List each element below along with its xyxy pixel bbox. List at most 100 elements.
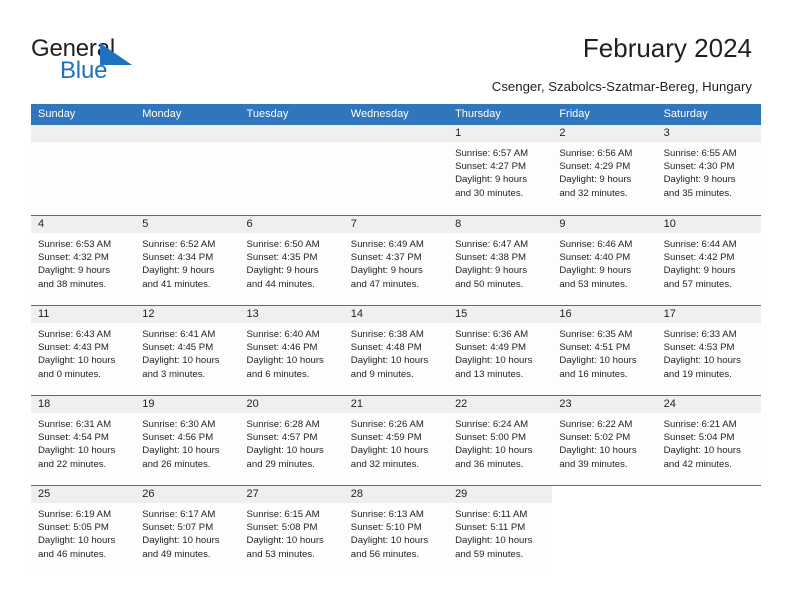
day-detail-line: and 46 minutes. xyxy=(38,548,107,560)
day-number: 11 xyxy=(31,306,136,323)
day-detail-line: and 53 minutes. xyxy=(559,278,628,290)
day-details xyxy=(657,503,761,508)
day-detail-line: and 0 minutes. xyxy=(38,368,101,380)
day-detail-line: Daylight: 10 hours xyxy=(559,445,637,457)
calendar-day-cell[interactable]: 21 Sunrise: 6:26 AM Sunset: 4:59 PM Dayligh… xyxy=(343,396,449,485)
day-detail-line: Sunset: 4:35 PM xyxy=(246,252,318,264)
day-detail-line: Sunrise: 6:30 AM xyxy=(142,419,216,430)
day-number: 29 xyxy=(448,486,553,503)
day-details: Sunrise: 6:13 AM Sunset: 5:10 PM Daylight:… xyxy=(344,503,448,561)
day-detail-line: Sunrise: 6:38 AM xyxy=(350,329,424,340)
calendar-day-cell[interactable]: 18 Sunrise: 6:31 AM Sunset: 4:54 PM Dayligh… xyxy=(31,396,136,485)
calendar-day-cell[interactable]: 2 Sunrise: 6:56 AM Sunset: 4:29 PM Daylight… xyxy=(552,125,657,215)
day-detail-line: and 26 minutes. xyxy=(142,458,211,470)
calendar-day-cell[interactable]: 3 Sunrise: 6:55 AM Sunset: 4:30 PM Daylight… xyxy=(656,125,761,215)
day-detail-line: Daylight: 9 hours xyxy=(559,265,632,277)
day-detail-line: and 47 minutes. xyxy=(350,278,420,290)
calendar-day-cell[interactable]: 17 Sunrise: 6:33 AM Sunset: 4:53 PM Dayligh… xyxy=(656,306,761,395)
day-detail-line: Daylight: 10 hours xyxy=(246,355,324,367)
day-detail-line: Sunset: 4:40 PM xyxy=(559,252,631,264)
day-number: 7 xyxy=(343,216,449,233)
calendar-day-cell[interactable]: 22 Sunrise: 6:24 AM Sunset: 5:00 PM Dayligh… xyxy=(448,396,553,485)
day-detail-line: Daylight: 10 hours xyxy=(663,445,741,457)
day-details: Sunrise: 6:30 AM Sunset: 4:56 PM Daylight:… xyxy=(135,413,239,471)
day-detail-line: Daylight: 10 hours xyxy=(142,535,220,547)
calendar-day-cell[interactable]: 14 Sunrise: 6:38 AM Sunset: 4:48 PM Dayligh… xyxy=(343,306,449,395)
day-detail-line: Sunrise: 6:55 AM xyxy=(663,148,737,159)
day-detail-line: Sunrise: 6:47 AM xyxy=(455,239,529,250)
day-details: Sunrise: 6:46 AM Sunset: 4:40 PM Daylight:… xyxy=(552,233,656,291)
calendar-day-cell[interactable]: 9 Sunrise: 6:46 AM Sunset: 4:40 PM Daylight… xyxy=(552,216,657,305)
calendar-week-row: 25 Sunrise: 6:19 AM Sunset: 5:05 PM Dayligh… xyxy=(31,485,761,575)
day-detail-line: Sunset: 5:00 PM xyxy=(455,432,526,444)
day-detail-line: Daylight: 10 hours xyxy=(350,535,429,547)
day-detail-line: Sunset: 4:46 PM xyxy=(246,342,318,354)
day-detail-line: Daylight: 9 hours xyxy=(663,174,736,186)
calendar-day-cell[interactable]: 5 Sunrise: 6:52 AM Sunset: 4:34 PM Daylight… xyxy=(135,216,240,305)
calendar-day-cell[interactable]: 20 Sunrise: 6:28 AM Sunset: 4:57 PM Dayligh… xyxy=(239,396,344,485)
calendar-week-row: 1 Sunrise: 6:57 AM Sunset: 4:27 PM Daylight… xyxy=(31,125,761,215)
day-detail-line: Daylight: 10 hours xyxy=(142,355,220,367)
day-details: Sunrise: 6:56 AM Sunset: 4:29 PM Daylight:… xyxy=(552,142,656,200)
day-detail-line: and 19 minutes. xyxy=(663,368,732,380)
day-details: Sunrise: 6:38 AM Sunset: 4:48 PM Daylight:… xyxy=(344,323,448,381)
calendar-day-cell[interactable]: 13 Sunrise: 6:40 AM Sunset: 4:46 PM Dayligh… xyxy=(239,306,344,395)
day-number xyxy=(552,486,656,503)
calendar-day-cell[interactable]: 29 Sunrise: 6:11 AM Sunset: 5:11 PM Dayligh… xyxy=(448,486,553,575)
day-detail-line: Sunrise: 6:33 AM xyxy=(663,329,737,340)
calendar-day-cell[interactable]: 7 Sunrise: 6:49 AM Sunset: 4:37 PM Daylight… xyxy=(343,216,449,305)
day-detail-line: and 44 minutes. xyxy=(246,278,315,290)
general-blue-logo[interactable]: General Blue xyxy=(31,36,211,88)
day-number: 14 xyxy=(343,306,449,323)
day-detail-line: Sunset: 5:02 PM xyxy=(559,432,631,444)
calendar-day-cell[interactable]: 28 Sunrise: 6:13 AM Sunset: 5:10 PM Dayligh… xyxy=(343,486,449,575)
day-details xyxy=(135,142,239,147)
day-detail-line: and 22 minutes. xyxy=(38,458,107,470)
calendar-day-cell[interactable]: 10 Sunrise: 6:44 AM Sunset: 4:42 PM Dayligh… xyxy=(656,216,761,305)
day-detail-line: Daylight: 10 hours xyxy=(663,355,741,367)
day-details: Sunrise: 6:52 AM Sunset: 4:34 PM Daylight:… xyxy=(135,233,239,291)
calendar-day-cell[interactable]: 12 Sunrise: 6:41 AM Sunset: 4:45 PM Dayligh… xyxy=(135,306,240,395)
calendar-day-cell[interactable]: 24 Sunrise: 6:21 AM Sunset: 5:04 PM Dayligh… xyxy=(656,396,761,485)
day-detail-line: Sunset: 4:56 PM xyxy=(142,432,214,444)
day-number: 8 xyxy=(448,216,553,233)
weekday-header-wednesday: Wednesday xyxy=(350,108,409,120)
calendar-day-cell[interactable]: 15 Sunrise: 6:36 AM Sunset: 4:49 PM Dayligh… xyxy=(448,306,553,395)
calendar-day-cell[interactable]: 8 Sunrise: 6:47 AM Sunset: 4:38 PM Daylight… xyxy=(448,216,553,305)
weekday-header-friday: Friday xyxy=(559,108,590,120)
calendar-day-cell[interactable]: 23 Sunrise: 6:22 AM Sunset: 5:02 PM Dayligh… xyxy=(552,396,657,485)
day-detail-line: and 35 minutes. xyxy=(663,187,732,199)
day-detail-line: Sunset: 5:05 PM xyxy=(38,522,109,534)
calendar-day-cell[interactable]: 26 Sunrise: 6:17 AM Sunset: 5:07 PM Dayligh… xyxy=(135,486,240,575)
day-detail-line: Sunrise: 6:22 AM xyxy=(559,419,633,430)
day-details: Sunrise: 6:21 AM Sunset: 5:04 PM Daylight:… xyxy=(657,413,761,471)
calendar-week-row: 18 Sunrise: 6:31 AM Sunset: 4:54 PM Dayligh… xyxy=(31,395,761,485)
day-detail-line: Daylight: 10 hours xyxy=(455,535,533,547)
day-detail-line: Sunset: 4:34 PM xyxy=(142,252,214,264)
weekday-header-sunday: Sunday xyxy=(38,108,76,120)
calendar-day-cell[interactable]: 27 Sunrise: 6:15 AM Sunset: 5:08 PM Dayligh… xyxy=(239,486,344,575)
calendar-cell-empty xyxy=(552,486,657,575)
calendar-weeks: 1 Sunrise: 6:57 AM Sunset: 4:27 PM Daylight… xyxy=(31,125,761,575)
calendar-day-cell[interactable]: 1 Sunrise: 6:57 AM Sunset: 4:27 PM Daylight… xyxy=(448,125,553,215)
day-detail-line: Sunrise: 6:36 AM xyxy=(455,329,529,340)
day-details: Sunrise: 6:50 AM Sunset: 4:35 PM Daylight:… xyxy=(240,233,344,291)
day-detail-line: Sunrise: 6:56 AM xyxy=(559,148,633,159)
calendar-cell-empty xyxy=(343,125,449,215)
calendar-day-cell[interactable]: 4 Sunrise: 6:53 AM Sunset: 4:32 PM Daylight… xyxy=(31,216,136,305)
day-detail-line: Sunrise: 6:31 AM xyxy=(38,419,112,430)
calendar-day-cell[interactable]: 6 Sunrise: 6:50 AM Sunset: 4:35 PM Daylight… xyxy=(239,216,344,305)
calendar-day-cell[interactable]: 11 Sunrise: 6:43 AM Sunset: 4:43 PM Dayligh… xyxy=(31,306,136,395)
calendar-day-cell[interactable]: 16 Sunrise: 6:35 AM Sunset: 4:51 PM Dayligh… xyxy=(552,306,657,395)
day-detail-line: Daylight: 9 hours xyxy=(559,174,632,186)
day-details: Sunrise: 6:33 AM Sunset: 4:53 PM Daylight:… xyxy=(657,323,761,381)
day-detail-line: Daylight: 10 hours xyxy=(38,355,116,367)
day-detail-line: Daylight: 10 hours xyxy=(142,445,220,457)
calendar-day-cell[interactable]: 25 Sunrise: 6:19 AM Sunset: 5:05 PM Dayligh… xyxy=(31,486,136,575)
page-subtitle: Csenger, Szabolcs-Szatmar-Bereg, Hungary xyxy=(491,79,752,94)
day-detail-line: Sunset: 4:27 PM xyxy=(455,161,526,173)
day-detail-line: Sunset: 4:49 PM xyxy=(455,342,526,354)
calendar-day-cell[interactable]: 19 Sunrise: 6:30 AM Sunset: 4:56 PM Dayligh… xyxy=(135,396,240,485)
day-detail-line: Sunrise: 6:41 AM xyxy=(142,329,216,340)
day-details: Sunrise: 6:28 AM Sunset: 4:57 PM Daylight:… xyxy=(240,413,344,471)
